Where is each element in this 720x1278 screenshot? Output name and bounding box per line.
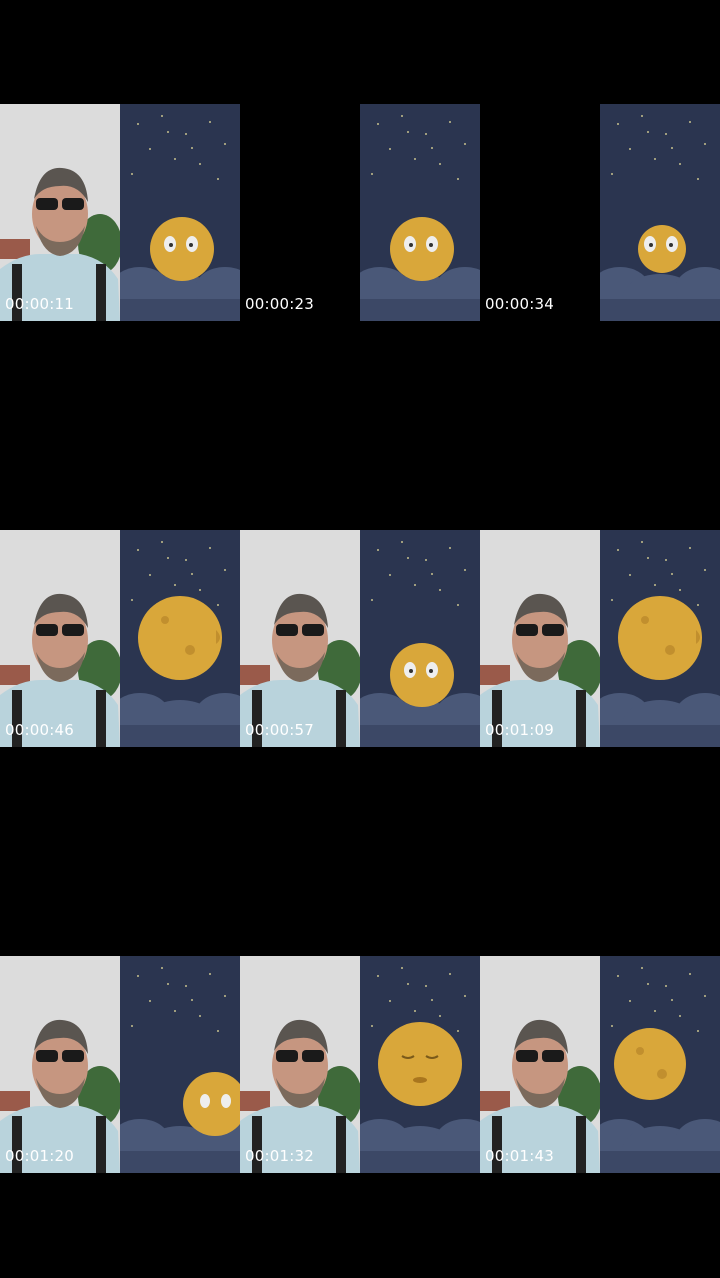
- selfie-panel: [0, 104, 120, 321]
- selfie-image: [240, 530, 360, 747]
- moon-panel: [360, 104, 480, 321]
- moon-scene-image: [120, 530, 240, 747]
- moon-panel: [360, 956, 480, 1173]
- frame-cell: 00:00:46: [0, 426, 240, 852]
- moon-panel: [360, 530, 480, 747]
- frame-timestamp: 00:01:20: [5, 1147, 74, 1165]
- frame-thumbnail: [480, 956, 720, 1173]
- selfie-panel: [480, 530, 600, 747]
- frame-timestamp: 00:00:57: [245, 721, 314, 739]
- frame-timestamp: 00:00:46: [5, 721, 74, 739]
- moon-panel: [600, 956, 720, 1173]
- selfie-image: [0, 104, 120, 321]
- selfie-panel: [0, 956, 120, 1173]
- frame-timestamp: 00:00:11: [5, 295, 74, 313]
- frame-cell: 00:01:43: [480, 852, 720, 1278]
- frame-thumbnail: [240, 956, 480, 1173]
- moon-scene-image: [600, 530, 720, 747]
- selfie-image: [0, 956, 120, 1173]
- moon-scene-image: [120, 956, 240, 1173]
- frame-cell: 00:00:57: [240, 426, 480, 852]
- moon-panel: [120, 530, 240, 747]
- selfie-panel: [0, 530, 120, 747]
- selfie-image: [480, 530, 600, 747]
- moon-panel: [120, 956, 240, 1173]
- selfie-image: [0, 530, 120, 747]
- frame-timestamp: 00:01:32: [245, 1147, 314, 1165]
- frame-cell: 00:01:32: [240, 852, 480, 1278]
- frame-timestamp: 00:00:34: [485, 295, 554, 313]
- frame-cell: 00:01:20: [0, 852, 240, 1278]
- moon-scene-image: [600, 104, 720, 321]
- frame-cell: 00:00:23: [240, 0, 480, 426]
- moon-scene-image: [360, 104, 480, 321]
- frame-thumbnail: [0, 104, 240, 321]
- frame-thumbnail: [240, 530, 480, 747]
- selfie-panel: [240, 530, 360, 747]
- moon-panel: [600, 530, 720, 747]
- frame-timestamp: 00:00:23: [245, 295, 314, 313]
- frame-cell: 00:00:34: [480, 0, 720, 426]
- frame-timestamp: 00:01:09: [485, 721, 554, 739]
- frame-thumbnail: [0, 956, 240, 1173]
- moon-panel: [600, 104, 720, 321]
- selfie-panel: [480, 956, 600, 1173]
- moon-panel: [120, 104, 240, 321]
- frame-thumbnail: [480, 104, 720, 321]
- selfie-image: [240, 956, 360, 1173]
- frame-cell: 00:01:09: [480, 426, 720, 852]
- frame-thumbnail: [480, 530, 720, 747]
- frame-thumbnail: [240, 104, 480, 321]
- frame-timestamp: 00:01:43: [485, 1147, 554, 1165]
- frame-thumbnail: [0, 530, 240, 747]
- moon-scene-image: [120, 104, 240, 321]
- selfie-image: [480, 956, 600, 1173]
- moon-scene-image: [360, 956, 480, 1173]
- moon-scene-image: [600, 956, 720, 1173]
- moon-scene-image: [360, 530, 480, 747]
- frame-cell: 00:00:11: [0, 0, 240, 426]
- selfie-panel: [240, 956, 360, 1173]
